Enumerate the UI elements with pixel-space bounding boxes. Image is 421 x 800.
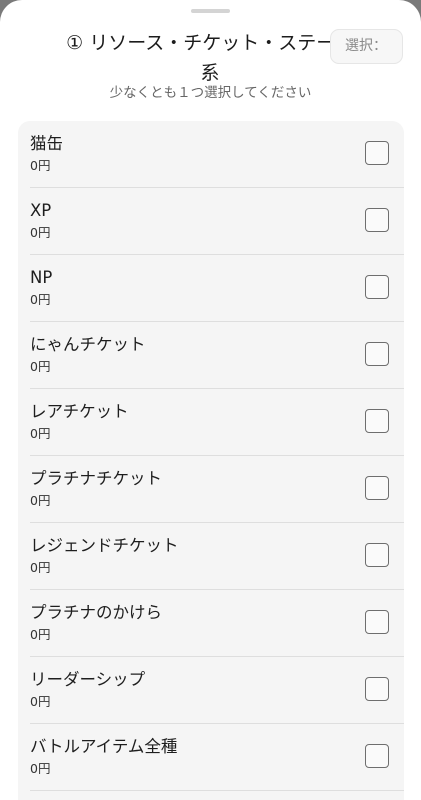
item-name: NP bbox=[30, 268, 53, 287]
item-price: 0円 bbox=[30, 761, 51, 776]
list-item-battle-items[interactable]: バトルアイテム全種 0円 bbox=[18, 724, 404, 791]
item-name: レアチケット bbox=[30, 402, 129, 421]
item-checkbox[interactable] bbox=[365, 409, 389, 433]
item-price: 0円 bbox=[30, 560, 51, 575]
list-item-np[interactable]: NP 0円 bbox=[18, 255, 404, 322]
item-checkbox[interactable] bbox=[365, 342, 389, 366]
list-item-platinum-shard[interactable]: プラチナのかけら 0円 bbox=[18, 590, 404, 657]
item-checkbox[interactable] bbox=[365, 208, 389, 232]
selection-chip[interactable]: 選択： bbox=[330, 29, 403, 64]
list-item-nekokan[interactable]: 猫缶 0円 bbox=[18, 121, 404, 188]
list-item-platinum-ticket[interactable]: プラチナチケット 0円 bbox=[18, 456, 404, 523]
item-checkbox[interactable] bbox=[365, 476, 389, 500]
item-price: 0円 bbox=[30, 359, 51, 374]
bottom-sheet: ① リソース・チケット・ステージ系 選択： 少なくとも１つ選択してください 猫缶… bbox=[0, 0, 421, 800]
item-name: リーダーシップ bbox=[30, 670, 146, 689]
list-item-legend-ticket[interactable]: レジェンドチケット 0円 bbox=[18, 523, 404, 590]
list-item-xp[interactable]: XP 0円 bbox=[18, 188, 404, 255]
item-price: 0円 bbox=[30, 627, 51, 642]
item-name: にゃんチケット bbox=[30, 335, 146, 354]
item-checkbox[interactable] bbox=[365, 275, 389, 299]
list-item-leadership[interactable]: リーダーシップ 0円 bbox=[18, 657, 404, 724]
item-name: プラチナチケット bbox=[30, 469, 162, 488]
item-name: 猫缶 bbox=[30, 134, 63, 153]
item-name: XP bbox=[30, 201, 52, 220]
item-price: 0円 bbox=[30, 158, 51, 173]
sheet-grabber-handle[interactable] bbox=[191, 9, 230, 13]
sheet-title: ① リソース・チケット・ステージ系 bbox=[66, 32, 354, 84]
item-checkbox[interactable] bbox=[365, 543, 389, 567]
item-checkbox[interactable] bbox=[365, 677, 389, 701]
item-name: バトルアイテム全種 bbox=[30, 737, 178, 756]
sheet-subtitle: 少なくとも１つ選択してください bbox=[109, 85, 312, 101]
item-price: 0円 bbox=[30, 225, 51, 240]
item-checkbox[interactable] bbox=[365, 610, 389, 634]
list-item-rare-ticket[interactable]: レアチケット 0円 bbox=[18, 389, 404, 456]
item-name: レジェンドチケット bbox=[30, 536, 179, 555]
item-price: 0円 bbox=[30, 694, 51, 709]
item-price: 0円 bbox=[30, 292, 51, 307]
item-name: プラチナのかけら bbox=[30, 603, 162, 622]
item-price: 0円 bbox=[30, 493, 51, 508]
item-checkbox[interactable] bbox=[365, 744, 389, 768]
item-price: 0円 bbox=[30, 426, 51, 441]
item-list: 猫缶 0円 XP 0円 NP 0円 にゃんチケット 0円 レアチケット 0円 プ… bbox=[18, 121, 404, 800]
item-checkbox[interactable] bbox=[365, 141, 389, 165]
list-item-nyan-ticket[interactable]: にゃんチケット 0円 bbox=[18, 322, 404, 389]
